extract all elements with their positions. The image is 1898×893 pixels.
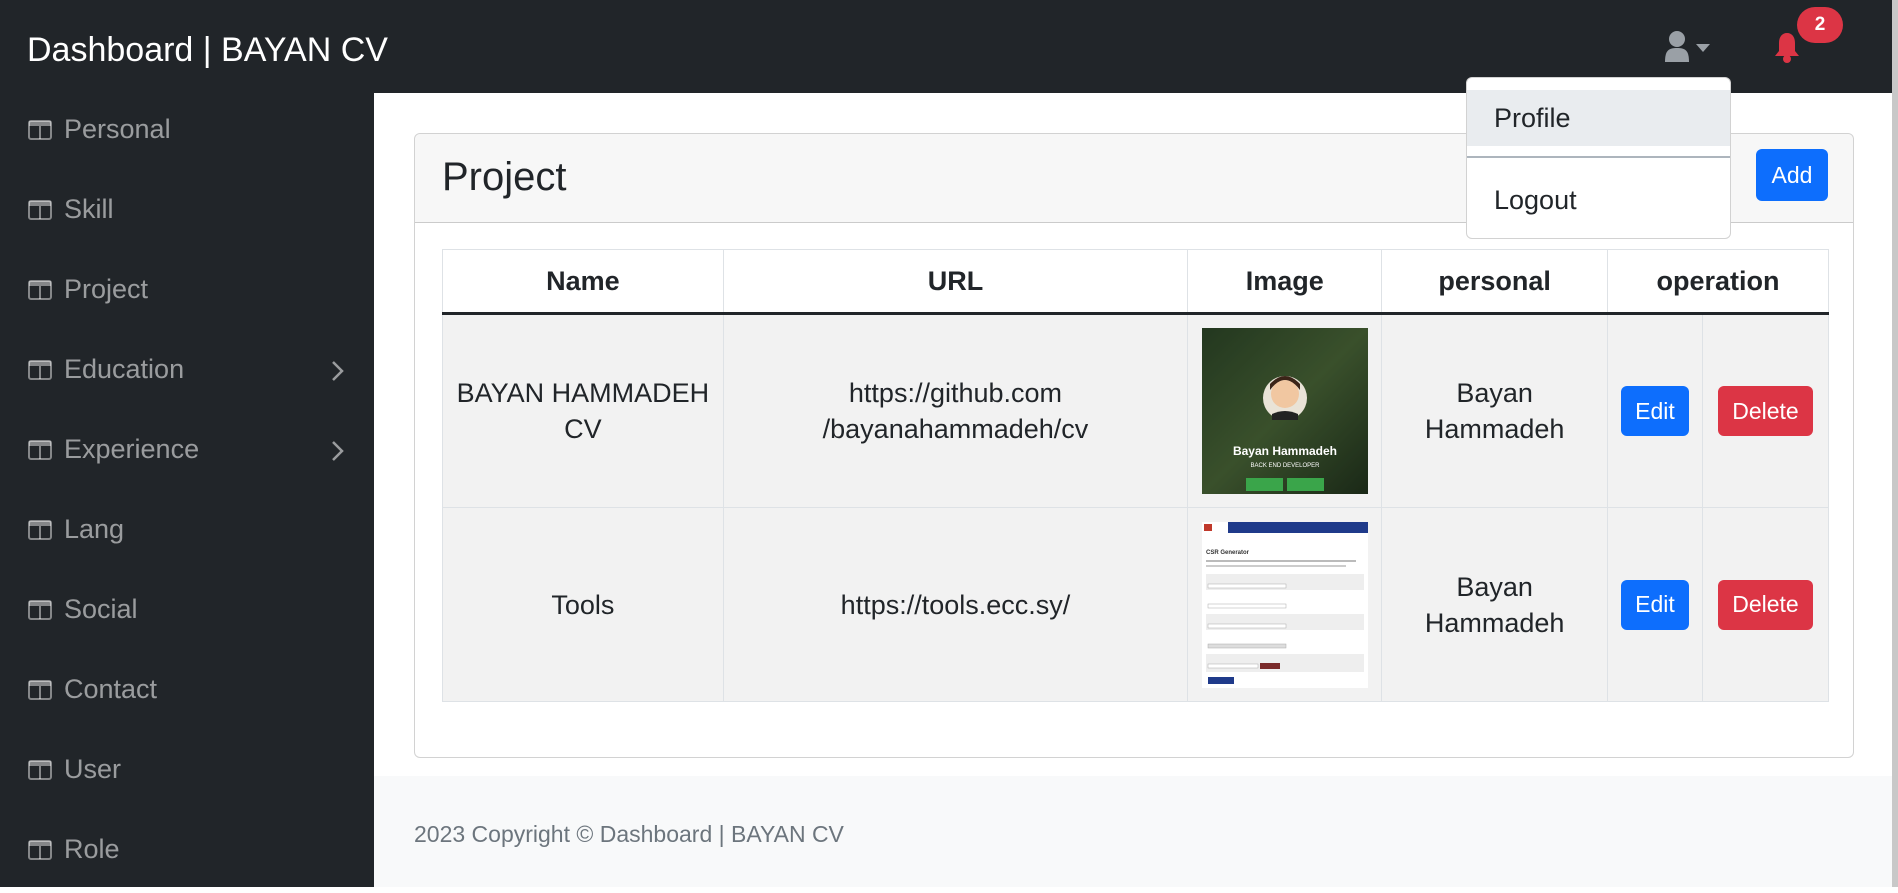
table-row: Tools https://tools.ecc.sy/ CSR Generato… — [442, 507, 1830, 702]
table-columns-icon — [28, 680, 52, 700]
sidebar-item-label: Education — [64, 354, 185, 384]
sidebar-item-project[interactable]: Project — [0, 253, 374, 333]
add-button[interactable]: Add — [1756, 149, 1828, 201]
thumbnail-subtitle-text: BACK END DEVELOPER — [1250, 463, 1320, 469]
thumbnail-name-text: Bayan Hammadeh — [1233, 444, 1337, 458]
sidebar-item-label: Experience — [64, 434, 200, 464]
table-columns-icon — [28, 280, 52, 300]
notifications-bell[interactable] — [1770, 30, 1804, 64]
cell-delete: Delete — [1701, 313, 1830, 508]
table-columns-icon — [28, 520, 52, 540]
table-row: BAYAN HAMMADEH CV https://github.com/baya… — [442, 313, 1830, 508]
cell-edit: Edit — [1607, 507, 1703, 702]
dropdown-item-label: Logout — [1494, 185, 1577, 215]
table-columns-icon — [28, 120, 52, 140]
cell-personal: Bayan Hammadeh — [1381, 507, 1609, 702]
table-columns-icon — [28, 200, 52, 220]
column-header-operation: operation — [1607, 249, 1829, 315]
cell-image: CSR Generator — [1187, 507, 1383, 702]
dropdown-item-profile[interactable]: Profile — [1467, 90, 1730, 146]
column-header-url: URL — [722, 249, 1189, 315]
scrollbar[interactable] — [1892, 0, 1898, 887]
table-header-row: Name URL Image personal operation — [442, 249, 1829, 315]
cell-personal: Bayan Hammadeh — [1381, 313, 1609, 508]
dropdown-divider — [1467, 156, 1730, 158]
edit-button[interactable]: Edit — [1621, 386, 1689, 436]
column-header-image: Image — [1187, 249, 1383, 315]
user-menu-toggle[interactable] — [1665, 30, 1725, 64]
cell-name: Tools — [442, 507, 724, 702]
table-columns-icon — [28, 760, 52, 780]
sidebar-item-user[interactable]: User — [0, 733, 374, 813]
column-header-personal: personal — [1381, 249, 1609, 315]
user-icon — [1665, 31, 1710, 62]
sidebar-item-label: Personal — [64, 114, 171, 144]
cell-edit: Edit — [1607, 313, 1703, 508]
sidebar-item-label: Project — [64, 274, 149, 304]
cell-url: https://tools.ecc.sy/ — [722, 507, 1189, 702]
sidebar-item-label: Skill — [64, 194, 114, 224]
cell-delete: Delete — [1701, 507, 1830, 702]
project-thumbnail-tools[interactable]: CSR Generator — [1201, 521, 1368, 688]
sidebar-item-label: Lang — [64, 514, 125, 544]
cell-image: Bayan Hammadeh BACK END DEVELOPER — [1187, 313, 1383, 508]
sidebar-item-lang[interactable]: Lang — [0, 493, 374, 573]
sidebar-item-label: Contact — [64, 674, 158, 704]
caret-down-icon — [1696, 44, 1710, 52]
table-columns-icon — [28, 840, 52, 860]
sidebar-item-experience[interactable]: Experience — [0, 413, 374, 493]
column-header-name: Name — [442, 249, 724, 315]
table-columns-icon — [28, 440, 52, 460]
projects-table: Name URL Image personal operation BAYAN … — [442, 249, 1830, 702]
edit-button[interactable]: Edit — [1621, 579, 1689, 630]
dropdown-item-label: Profile — [1494, 103, 1571, 133]
footer: 2023 Copyright © Dashboard | BAYAN CV — [374, 776, 1892, 887]
sidebar-item-label: Social — [64, 594, 138, 624]
sidebar-item-personal[interactable]: Personal — [0, 93, 374, 173]
sidebar-item-education[interactable]: Education — [0, 333, 374, 413]
sidebar-item-contact[interactable]: Contact — [0, 653, 374, 733]
bell-icon — [1775, 33, 1799, 63]
table-columns-icon — [28, 600, 52, 620]
sidebar-item-social[interactable]: Social — [0, 573, 374, 653]
sidebar-item-role[interactable]: Role — [0, 813, 374, 893]
cell-name: BAYAN HAMMADEH CV — [442, 313, 724, 508]
sidebar-item-label: Role — [64, 834, 120, 864]
delete-button[interactable]: Delete — [1717, 386, 1813, 436]
chevron-right-icon — [332, 441, 344, 461]
cell-url: https://github.com/bayanahammadeh/cv — [722, 313, 1189, 508]
brand-title[interactable]: Dashboard | BAYAN CV — [27, 28, 388, 72]
page-title: Project — [442, 155, 567, 199]
notification-badge: 2 — [1797, 7, 1843, 43]
delete-button[interactable]: Delete — [1717, 579, 1813, 630]
chevron-right-icon — [332, 361, 344, 381]
sidebar-item-skill[interactable]: Skill — [0, 173, 374, 253]
user-dropdown-menu: Profile Logout — [1466, 77, 1731, 239]
table-columns-icon — [28, 360, 52, 380]
sidebar: Personal Skill Project Education Experience L… — [0, 93, 374, 887]
dropdown-item-logout[interactable]: Logout — [1467, 172, 1730, 228]
project-thumbnail-cv[interactable]: Bayan Hammadeh BACK END DEVELOPER — [1201, 328, 1368, 494]
copyright-text: 2023 Copyright © Dashboard | BAYAN CV — [414, 821, 844, 847]
thumbnail-title-text: CSR Generator — [1206, 550, 1250, 556]
sidebar-item-label: User — [64, 754, 122, 784]
